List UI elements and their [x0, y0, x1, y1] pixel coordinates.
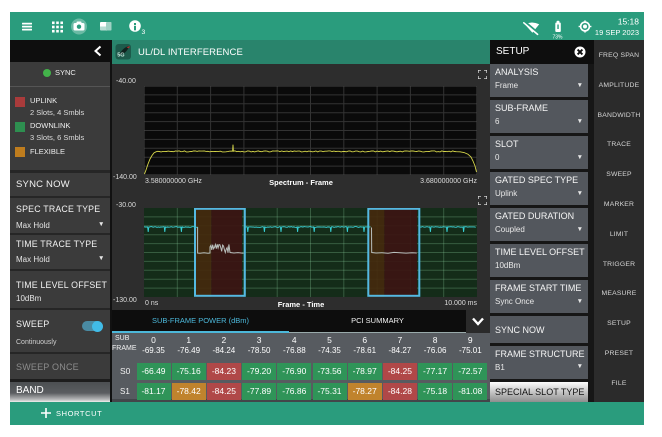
- svg-text:15:18: 15:18: [618, 17, 640, 27]
- svg-text:19 SEP 2023: 19 SEP 2023: [595, 28, 639, 37]
- svg-text:5G: 5G: [117, 53, 124, 59]
- svg-text:3: 3: [142, 29, 146, 36]
